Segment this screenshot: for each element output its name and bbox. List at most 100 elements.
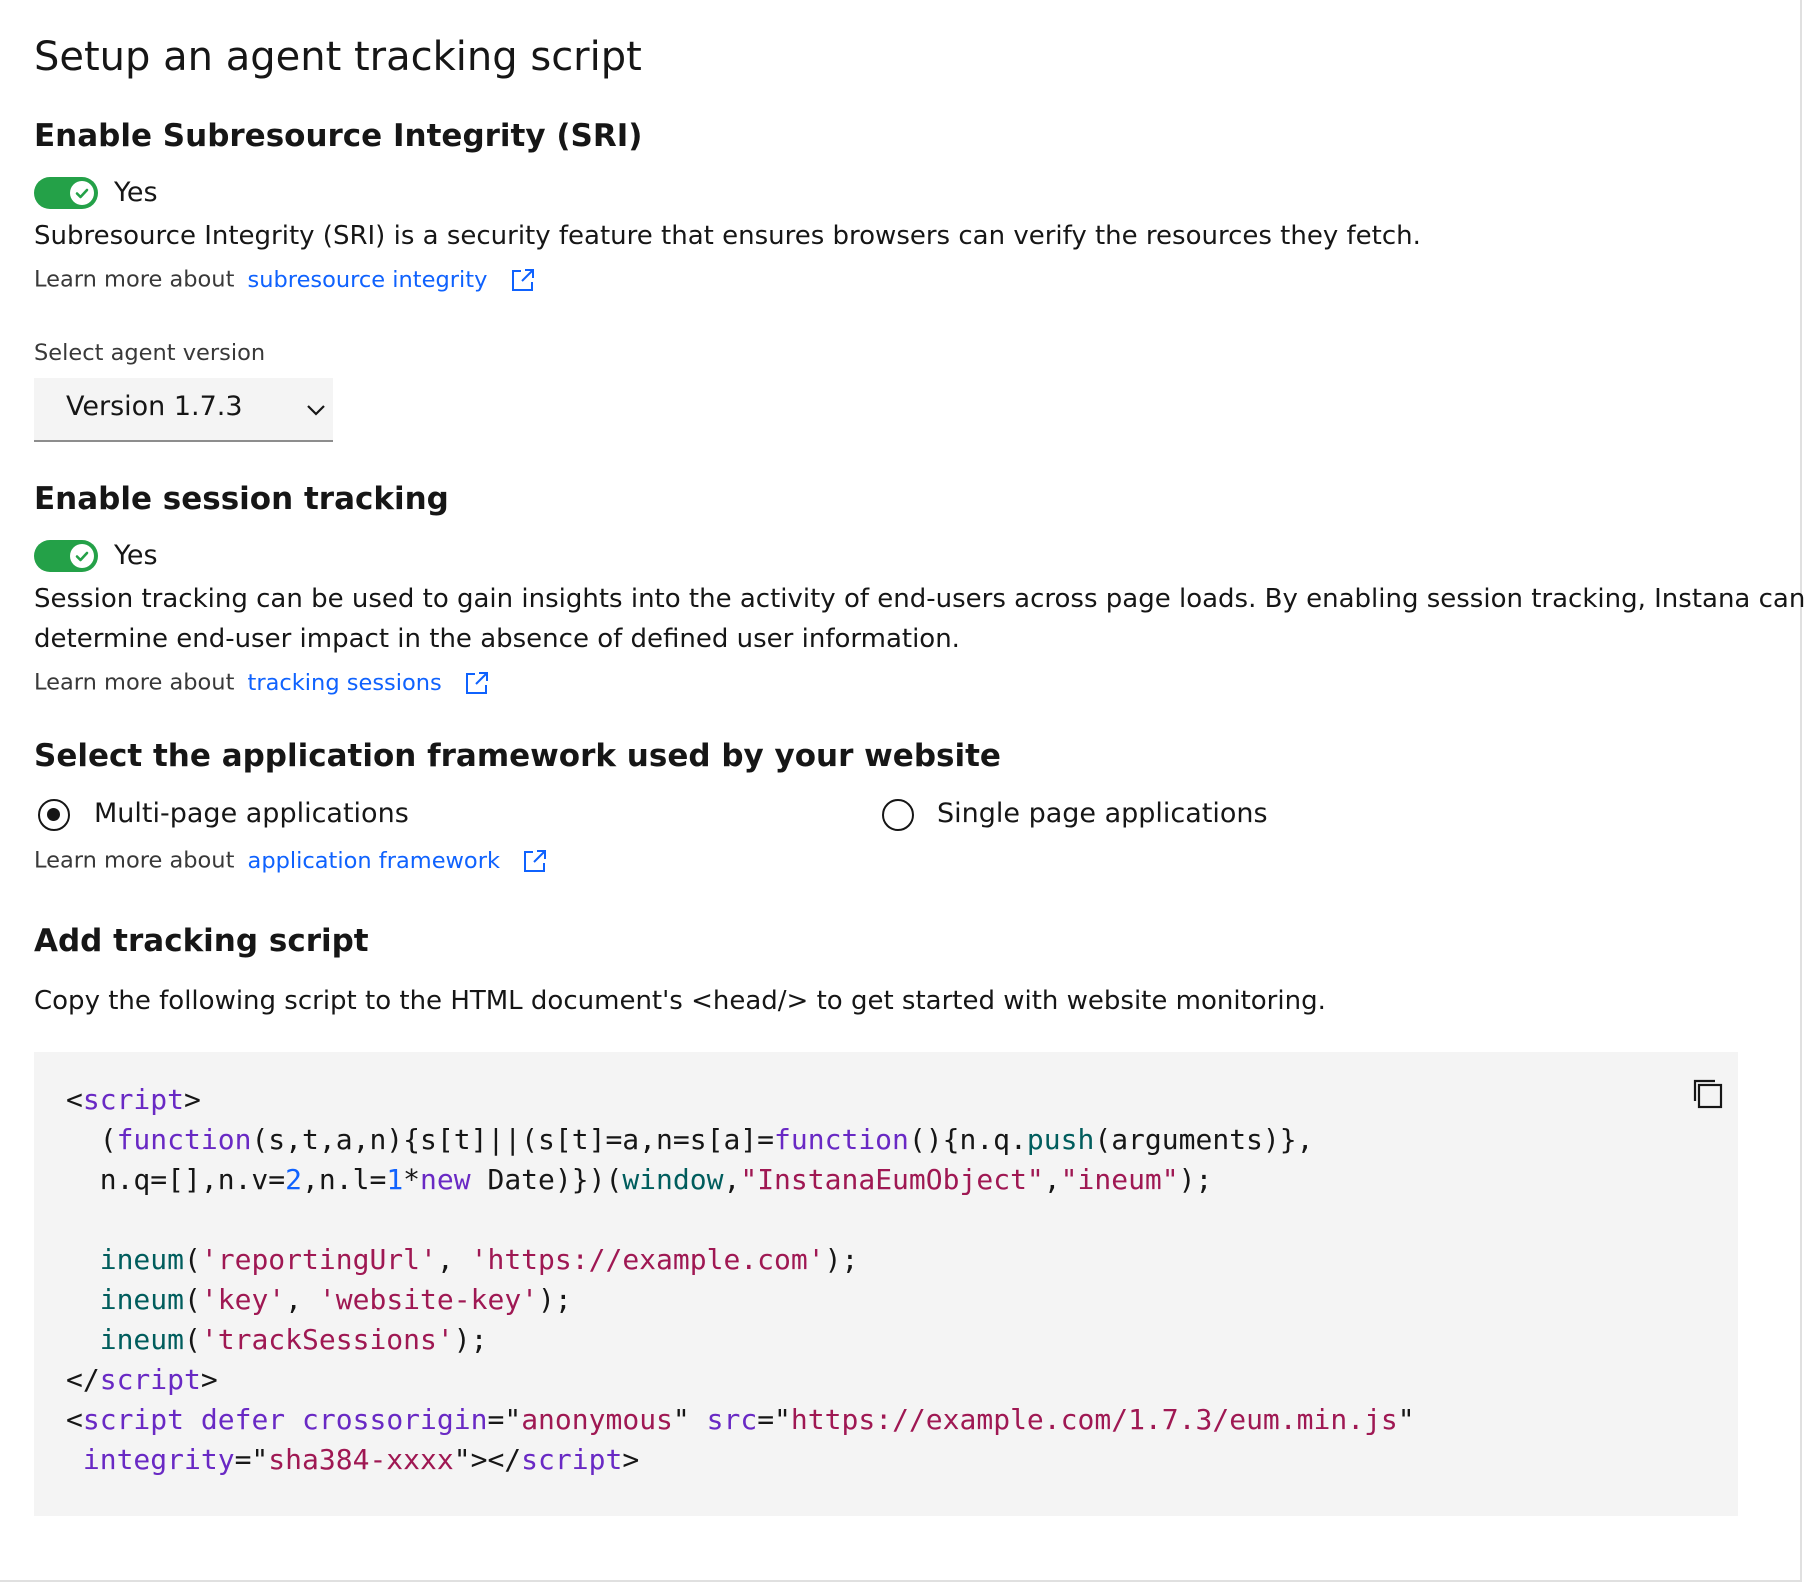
framework-learn-link[interactable]: application framework <box>248 848 500 874</box>
code-token: (s,t,a,n){s[t]||(s[t]=a,n=s[a]= <box>251 1123 775 1156</box>
radio-selected-dot <box>47 808 60 821</box>
code-token: , <box>285 1283 319 1316</box>
code-token: =" <box>487 1403 522 1436</box>
code-token: anonymous <box>521 1403 673 1436</box>
code-line: ineum('key', 'website-key'); <box>66 1283 572 1316</box>
code-token: defer <box>200 1403 286 1436</box>
code-token: push <box>1026 1123 1095 1156</box>
copy-icon[interactable] <box>1686 1072 1730 1116</box>
code-line: <script> <box>66 1083 201 1116</box>
tracking-script-description: Copy the following script to the HTML do… <box>34 986 1326 1016</box>
session-description-line1: Session tracking can be used to gain ins… <box>34 584 1804 614</box>
code-token: window <box>622 1163 724 1196</box>
code-token: 'https://example.com' <box>470 1243 825 1276</box>
code-token: ineum <box>99 1283 185 1316</box>
code-text: <script> (function(s,t,a,n){s[t]||(s[t]=… <box>66 1080 1415 1480</box>
checkmark-icon <box>70 181 94 205</box>
code-token: < <box>66 1403 83 1436</box>
sri-toggle[interactable] <box>34 177 98 209</box>
code-token: > <box>184 1083 201 1116</box>
code-token: function <box>116 1123 252 1156</box>
code-token: ( <box>184 1243 201 1276</box>
code-token: n.q=[],n.v= <box>66 1163 286 1196</box>
code-token: script <box>82 1403 185 1436</box>
code-token: * <box>403 1163 421 1196</box>
code-token: > <box>200 1363 218 1396</box>
session-heading: Enable session tracking <box>34 481 449 517</box>
code-token: 'website-key' <box>318 1283 539 1316</box>
agent-version-selected: Version 1.7.3 <box>66 391 243 422</box>
code-line: (function(s,t,a,n){s[t]||(s[t]=a,n=s[a]=… <box>66 1123 1314 1156</box>
tracking-script-heading: Add tracking script <box>34 923 369 959</box>
code-token: ( <box>184 1323 201 1356</box>
code-token: crossorigin <box>302 1403 488 1436</box>
code-token: ( <box>184 1283 201 1316</box>
code-token: src <box>706 1403 758 1436</box>
code-token: ); <box>538 1283 572 1316</box>
launch-icon[interactable] <box>521 847 549 875</box>
code-token: , <box>436 1243 471 1276</box>
sri-heading: Enable Subresource Integrity (SRI) <box>34 118 643 154</box>
code-token: https://example.com/1.7.3/eum.min.js <box>790 1403 1398 1436</box>
code-token: function <box>774 1123 909 1156</box>
sri-toggle-label: Yes <box>114 177 158 208</box>
code-token: " <box>1397 1403 1415 1436</box>
framework-learn-more: Learn more about application framework <box>34 847 549 875</box>
chevron-down-icon <box>307 405 325 416</box>
code-token: 'key' <box>200 1283 286 1316</box>
session-toggle-label: Yes <box>114 540 158 571</box>
code-line: integrity="sha384-xxxx"></script> <box>66 1443 639 1476</box>
code-line: <script defer crossorigin="anonymous" sr… <box>66 1403 1415 1436</box>
session-toggle[interactable] <box>34 540 98 572</box>
sri-learn-link[interactable]: subresource integrity <box>248 267 488 293</box>
code-token: ( <box>66 1123 117 1156</box>
code-token: =" <box>757 1403 791 1436</box>
radio-single-page-label[interactable]: Single page applications <box>937 798 1268 829</box>
code-token: ineum <box>99 1243 185 1276</box>
sri-learn-more: Learn more about subresource integrity <box>34 266 537 294</box>
session-learn-more: Learn more about tracking sessions <box>34 669 491 697</box>
sri-learn-prefix: Learn more about <box>34 266 235 293</box>
checkmark-icon <box>70 544 94 568</box>
radio-single-page[interactable] <box>882 799 914 831</box>
agent-version-dropdown[interactable]: Version 1.7.3 <box>34 378 333 442</box>
radio-multi-page-label[interactable]: Multi-page applications <box>94 798 409 829</box>
code-token: 1 <box>386 1163 404 1196</box>
code-line: ineum('trackSessions'); <box>66 1323 488 1356</box>
framework-heading: Select the application framework used by… <box>34 738 1001 774</box>
code-token: script <box>521 1443 623 1476</box>
session-learn-link[interactable]: tracking sessions <box>248 670 442 696</box>
code-token: script <box>99 1363 201 1396</box>
code-token: "InstanaEumObject" <box>740 1163 1044 1196</box>
setup-panel: Setup an agent tracking script Enable Su… <box>0 0 1804 1582</box>
sri-description: Subresource Integrity (SRI) is a securit… <box>34 221 1421 251</box>
code-token: sha384-xxxx <box>268 1443 454 1476</box>
code-line: n.q=[],n.v=2,n.l=1*new Date)})(window,"I… <box>66 1163 1213 1196</box>
launch-icon[interactable] <box>463 669 491 697</box>
launch-icon[interactable] <box>509 266 537 294</box>
code-token: 'reportingUrl' <box>200 1243 437 1276</box>
session-learn-prefix: Learn more about <box>34 669 235 696</box>
code-token: (arguments)}, <box>1094 1123 1314 1156</box>
code-token: "ineum" <box>1060 1163 1179 1196</box>
radio-multi-page[interactable] <box>38 799 70 831</box>
code-token: > <box>622 1443 640 1476</box>
code-line: ineum('reportingUrl', 'https://example.c… <box>66 1243 859 1276</box>
code-token: integrity <box>82 1443 235 1476</box>
code-token: , <box>723 1163 741 1196</box>
code-token: ); <box>1178 1163 1213 1196</box>
code-token: (){n.q. <box>908 1123 1027 1156</box>
code-token: 2 <box>285 1163 303 1196</box>
code-token: ineum <box>99 1323 185 1356</box>
code-snippet[interactable]: <script> (function(s,t,a,n){s[t]||(s[t]=… <box>34 1052 1738 1516</box>
session-description-line2: determine end-user impact in the absence… <box>34 624 960 654</box>
code-token: 'trackSessions' <box>200 1323 454 1356</box>
code-token: ,n.l= <box>302 1163 387 1196</box>
code-token: " <box>672 1403 707 1436</box>
code-token: new <box>420 1163 471 1196</box>
